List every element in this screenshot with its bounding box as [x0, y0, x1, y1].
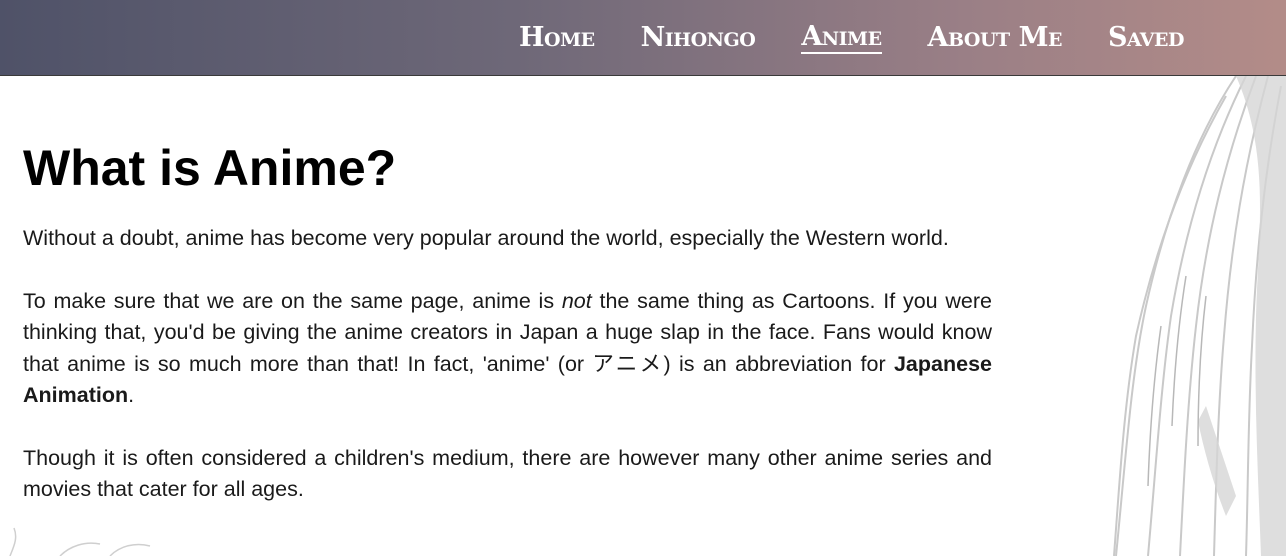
nav-link-nihongo[interactable]: Nihongo: [641, 24, 756, 53]
anime-hair-background-illustration: [1113, 76, 1286, 556]
definition-text-part4: .: [128, 383, 135, 407]
definition-text-part3: ) is an abbreviation for: [663, 351, 894, 376]
top-navbar: Home Nihongo Anime About Me Saved: [0, 0, 1286, 76]
intro-paragraph: Without a doubt, anime has become very p…: [23, 226, 949, 250]
audience-paragraph: Though it is often considered a children…: [23, 445, 992, 502]
anime-sketch-decoration: [9, 527, 151, 556]
japanese-anime-word: アニメ: [592, 351, 664, 377]
nav-link-anime[interactable]: Anime: [801, 23, 882, 54]
main-content: What is Anime? Without a doubt, anime ha…: [23, 118, 992, 506]
nav-link-saved[interactable]: Saved: [1108, 24, 1185, 53]
definition-paragraph: To make sure that we are on the same pag…: [23, 286, 992, 412]
main-nav: Home Nihongo Anime About Me Saved: [519, 0, 1185, 76]
nav-link-home[interactable]: Home: [519, 24, 595, 53]
definition-text-part1: To make sure that we are on the same pag…: [23, 288, 562, 313]
emphasis-not: not: [561, 288, 592, 313]
nav-link-about-me[interactable]: About Me: [928, 24, 1063, 53]
page-title: What is Anime?: [23, 140, 397, 196]
